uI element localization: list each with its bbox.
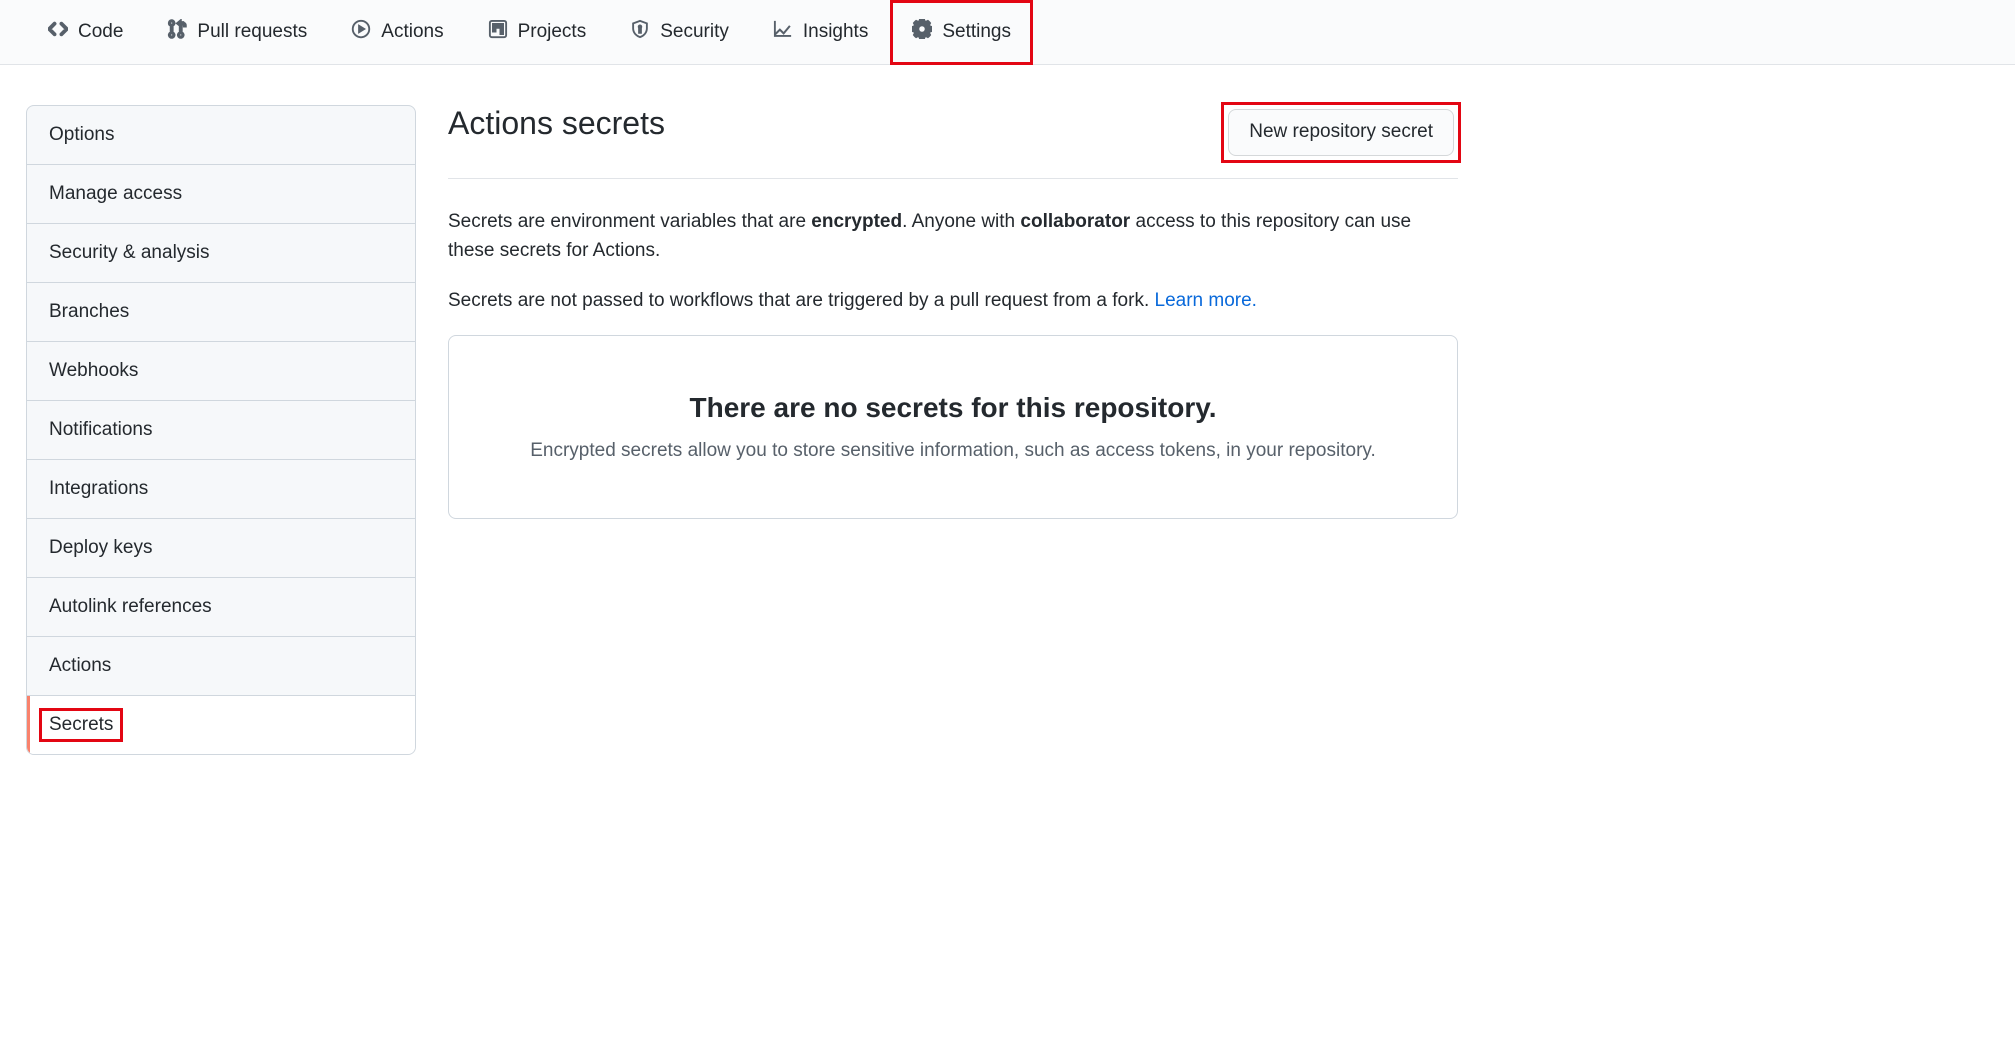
settings-sidebar: Options Manage access Security & analysi… bbox=[26, 105, 416, 755]
settings-layout: Options Manage access Security & analysi… bbox=[0, 65, 2015, 755]
sidebar-item-label: Security & analysis bbox=[49, 242, 210, 263]
sidebar-item-manage-access[interactable]: Manage access bbox=[27, 165, 415, 224]
tab-label: Security bbox=[660, 21, 729, 43]
page-title: Actions secrets bbox=[448, 105, 665, 142]
tab-pull-requests[interactable]: Pull requests bbox=[145, 0, 329, 65]
sidebar-item-label: Autolink references bbox=[49, 596, 212, 617]
desc-paragraph-2: Secrets are not passed to workflows that… bbox=[448, 286, 1458, 315]
learn-more-link[interactable]: Learn more. bbox=[1155, 290, 1257, 311]
sidebar-item-branches[interactable]: Branches bbox=[27, 283, 415, 342]
sidebar-item-notifications[interactable]: Notifications bbox=[27, 401, 415, 460]
tab-security[interactable]: Security bbox=[608, 0, 751, 65]
new-repository-secret-button[interactable]: New repository secret bbox=[1228, 109, 1454, 156]
subhead: Actions secrets New repository secret bbox=[448, 105, 1458, 179]
sidebar-item-secrets[interactable]: Secrets bbox=[27, 696, 415, 754]
main-content: Actions secrets New repository secret Se… bbox=[448, 105, 1458, 519]
repo-tab-nav: Code Pull requests Actions Projects Secu… bbox=[0, 0, 2015, 65]
empty-state-title: There are no secrets for this repository… bbox=[481, 392, 1425, 424]
project-icon bbox=[488, 19, 508, 45]
graph-icon bbox=[773, 19, 793, 45]
tab-label: Actions bbox=[381, 21, 443, 43]
tab-label: Settings bbox=[942, 21, 1011, 43]
sidebar-item-autolink-references[interactable]: Autolink references bbox=[27, 578, 415, 637]
code-icon bbox=[48, 19, 68, 45]
tab-code[interactable]: Code bbox=[26, 0, 145, 65]
sidebar-item-options[interactable]: Options bbox=[27, 106, 415, 165]
sidebar-item-label: Notifications bbox=[49, 419, 153, 440]
empty-state-subtitle: Encrypted secrets allow you to store sen… bbox=[481, 440, 1425, 462]
git-pull-request-icon bbox=[167, 19, 187, 45]
tab-label: Pull requests bbox=[197, 21, 307, 43]
empty-state: There are no secrets for this repository… bbox=[448, 335, 1458, 519]
sidebar-item-deploy-keys[interactable]: Deploy keys bbox=[27, 519, 415, 578]
sidebar-item-label: Deploy keys bbox=[49, 537, 153, 558]
tab-settings[interactable]: Settings bbox=[890, 0, 1033, 65]
sidebar-item-label: Manage access bbox=[49, 183, 182, 204]
tab-label: Code bbox=[78, 21, 123, 43]
sidebar-item-label: Options bbox=[49, 124, 114, 145]
tab-label: Insights bbox=[803, 21, 868, 43]
gear-icon bbox=[912, 19, 932, 45]
desc-paragraph-1: Secrets are environment variables that a… bbox=[448, 207, 1458, 266]
sidebar-item-label: Webhooks bbox=[49, 360, 138, 381]
tab-actions[interactable]: Actions bbox=[329, 0, 465, 65]
sidebar-item-label: Integrations bbox=[49, 478, 148, 499]
sidebar-item-label: Secrets bbox=[39, 708, 123, 742]
sidebar-item-integrations[interactable]: Integrations bbox=[27, 460, 415, 519]
sidebar-item-label: Actions bbox=[49, 655, 111, 676]
sidebar-item-label: Branches bbox=[49, 301, 129, 322]
shield-icon bbox=[630, 19, 650, 45]
new-secret-highlight: New repository secret bbox=[1224, 105, 1458, 160]
description: Secrets are environment variables that a… bbox=[448, 207, 1458, 315]
play-circle-icon bbox=[351, 19, 371, 45]
tab-insights[interactable]: Insights bbox=[751, 0, 890, 65]
sidebar-item-actions[interactable]: Actions bbox=[27, 637, 415, 696]
tab-label: Projects bbox=[518, 21, 587, 43]
sidebar-item-security-analysis[interactable]: Security & analysis bbox=[27, 224, 415, 283]
sidebar-item-webhooks[interactable]: Webhooks bbox=[27, 342, 415, 401]
tab-projects[interactable]: Projects bbox=[466, 0, 609, 65]
